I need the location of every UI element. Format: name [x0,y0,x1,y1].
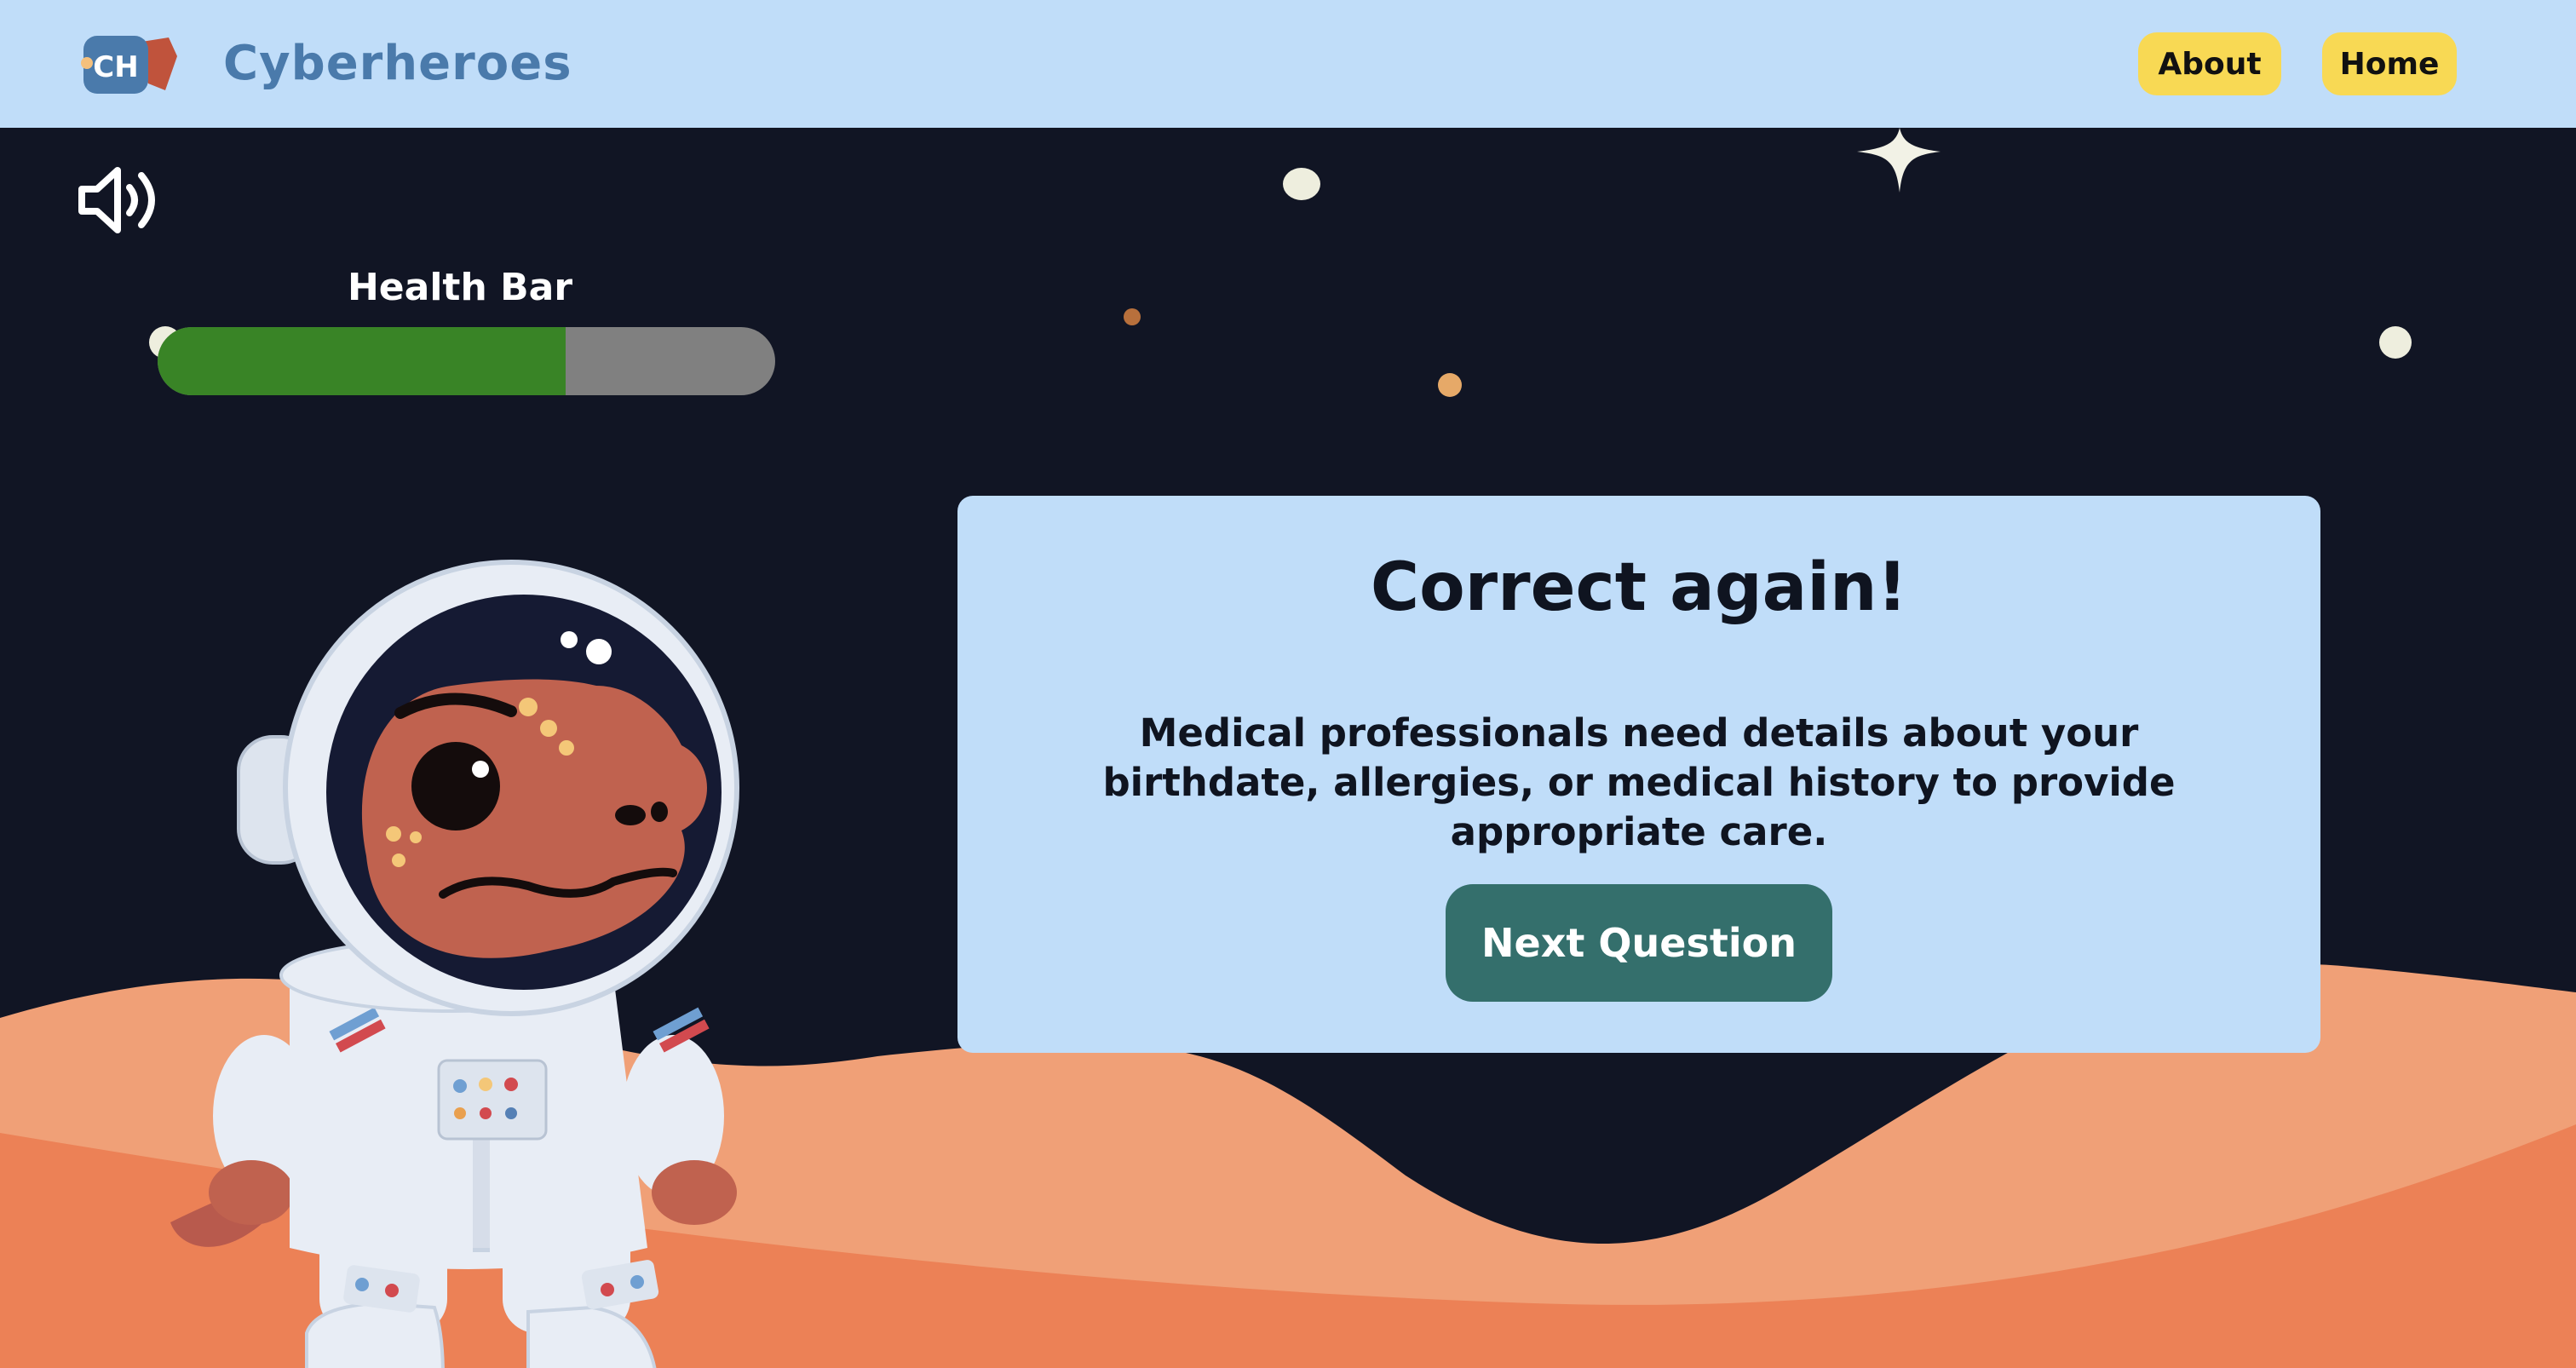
feedback-card: Correct again! Medical professionals nee… [957,496,2320,1053]
feedback-message: Medical professionals need details about… [1102,710,2176,854]
health-bar-fill [158,327,566,395]
logo-lettering: CH [93,50,138,84]
about-button[interactable]: About [2138,32,2281,95]
astronaut-dinosaur-character [170,560,739,1368]
star [1124,308,1141,325]
top-navbar: CH Cyberheroes About Home [0,0,2576,128]
star [2379,326,2412,359]
speaker-volume-icon[interactable] [77,164,167,237]
home-button[interactable]: Home [2322,32,2457,95]
cyberheroes-logo[interactable]: CH [77,31,182,99]
next-question-button[interactable]: Next Question [1446,884,1832,1002]
health-bar [158,327,775,395]
feedback-title: Correct again! [1370,549,1908,626]
star [1283,168,1320,200]
brand-name[interactable]: Cyberheroes [223,34,572,94]
health-bar-label: Health Bar [347,266,573,309]
space-scene: Health Bar Correct again! Medical profes… [0,128,2576,1368]
star [1438,373,1462,397]
